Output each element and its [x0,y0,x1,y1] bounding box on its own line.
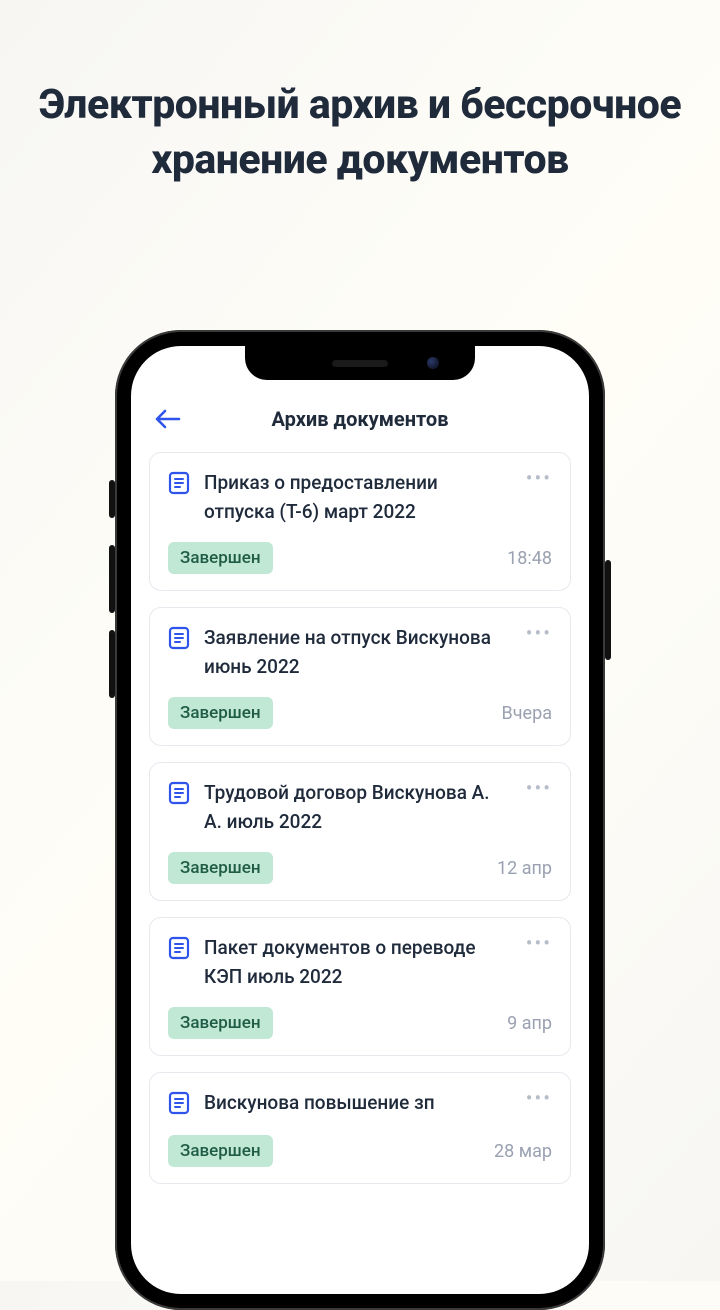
more-button[interactable]: ••• [526,624,552,638]
document-title: Приказ о предоставлении отпуска (Т-6) ма… [204,469,512,526]
volume-up-button [109,545,115,613]
status-badge: Завершен [168,852,273,884]
timestamp: 9 апр [507,1013,552,1034]
back-button[interactable] [153,404,183,434]
document-list: Приказ о предоставлении отпуска (Т-6) ма… [131,452,589,1184]
document-card[interactable]: Приказ о предоставлении отпуска (Т-6) ма… [149,452,571,591]
app-header: Архив документов [131,394,589,452]
document-icon [168,471,190,499]
timestamp: Вчера [502,703,552,724]
more-button[interactable]: ••• [526,1089,552,1103]
document-title: Вискунова повышение зп [204,1089,512,1118]
status-badge: Завершен [168,542,273,574]
more-button[interactable]: ••• [526,934,552,948]
document-icon [168,1091,190,1119]
mute-switch [109,480,115,518]
document-title: Заявление на отпуск Вискунова июнь 2022 [204,624,512,681]
arrow-left-icon [155,409,181,429]
document-icon [168,781,190,809]
document-icon [168,936,190,964]
power-button [605,560,611,660]
headline: Электронный архив и бессрочное хранение … [0,0,720,189]
document-card[interactable]: Пакет документов о переводе КЭП июль 202… [149,917,571,1056]
timestamp: 12 апр [497,858,552,879]
document-title: Пакет документов о переводе КЭП июль 202… [204,934,512,991]
timestamp: 18:48 [507,548,552,569]
speaker-icon [332,360,388,367]
document-card[interactable]: Заявление на отпуск Вискунова июнь 2022 … [149,607,571,746]
page-title: Архив документов [131,407,589,431]
status-badge: Завершен [168,1007,273,1039]
document-icon [168,626,190,654]
more-button[interactable]: ••• [526,779,552,793]
notch [245,346,475,380]
document-card[interactable]: Трудовой договор Вискунова А. А. июль 20… [149,762,571,901]
document-card[interactable]: Вискунова повышение зп ••• Завершен 28 м… [149,1072,571,1184]
volume-down-button [109,630,115,698]
phone-mockup: Архив документов Приказ о предоставлении… [115,330,605,1310]
status-badge: Завершен [168,1135,273,1167]
timestamp: 28 мар [494,1141,552,1162]
camera-icon [427,357,439,369]
status-badge: Завершен [168,697,273,729]
document-title: Трудовой договор Вискунова А. А. июль 20… [204,779,512,836]
more-button[interactable]: ••• [526,469,552,483]
